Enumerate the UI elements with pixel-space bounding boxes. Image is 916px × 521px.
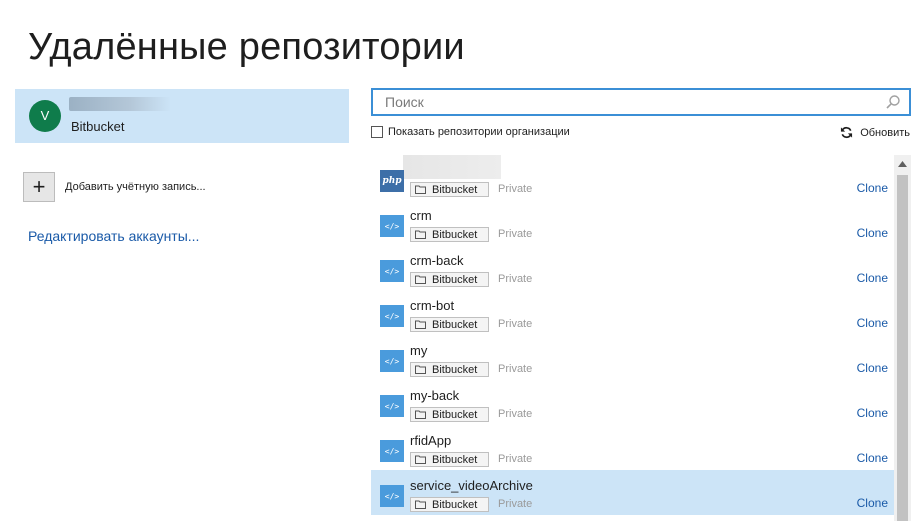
refresh-button[interactable]: Обновить	[840, 126, 910, 139]
provider-tag: Bitbucket	[410, 272, 489, 287]
code-icon: </>	[380, 485, 404, 507]
code-icon: </>	[380, 440, 404, 462]
repo-name: rfidApp	[410, 433, 452, 448]
clone-link[interactable]: Clone	[857, 181, 888, 195]
folder-icon	[415, 500, 426, 509]
repo-row[interactable]: php Bitbucket Private Clone	[371, 155, 894, 200]
clone-link[interactable]: Clone	[857, 316, 888, 330]
visibility-label: Private	[498, 228, 533, 240]
search-input[interactable]	[373, 90, 909, 114]
folder-icon	[415, 275, 426, 284]
visibility-label: Private	[498, 273, 533, 285]
folder-icon	[415, 185, 426, 194]
refresh-icon	[841, 126, 853, 139]
php-icon: php	[380, 170, 404, 192]
repo-row[interactable]: </> crm-bot Bitbucket Private Clone	[371, 290, 894, 335]
repo-row[interactable]: </> my Bitbucket Private Clone	[371, 335, 894, 380]
scroll-thumb[interactable]	[897, 175, 908, 521]
folder-icon	[415, 410, 426, 419]
visibility-label: Private	[498, 363, 533, 375]
code-icon: </>	[380, 215, 404, 237]
clone-link[interactable]: Clone	[857, 361, 888, 375]
repo-name: crm	[410, 208, 432, 223]
provider-tag: Bitbucket	[410, 182, 489, 197]
show-org-repos-option[interactable]: Показать репозитории организации	[371, 126, 570, 138]
folder-icon	[415, 320, 426, 329]
repo-name-redacted	[403, 155, 501, 179]
repo-row[interactable]: </> crm Bitbucket Private Clone	[371, 200, 894, 245]
provider-tag: Bitbucket	[410, 227, 489, 242]
code-icon: </>	[380, 395, 404, 417]
chevron-up-icon	[898, 160, 907, 167]
provider-tag: Bitbucket	[410, 452, 489, 467]
search-icon[interactable]	[885, 94, 901, 110]
clone-link[interactable]: Clone	[857, 451, 888, 465]
code-icon: </>	[380, 260, 404, 282]
clone-link[interactable]: Clone	[857, 271, 888, 285]
code-icon: </>	[380, 305, 404, 327]
scroll-up-button[interactable]	[894, 155, 911, 172]
page-title: Удалённые репозитории	[28, 26, 465, 68]
add-account-button[interactable]: + Добавить учётную запись...	[23, 172, 206, 202]
search-box[interactable]	[371, 88, 911, 116]
visibility-label: Private	[498, 183, 533, 195]
provider-tag: Bitbucket	[410, 317, 489, 332]
add-account-label: Добавить учётную запись...	[65, 181, 206, 193]
folder-icon	[415, 455, 426, 464]
visibility-label: Private	[498, 453, 533, 465]
account-service-label: Bitbucket	[71, 119, 125, 134]
provider-tag: Bitbucket	[410, 407, 489, 422]
edit-accounts-link[interactable]: Редактировать аккаунты...	[28, 228, 199, 244]
repo-row[interactable]: </> crm-back Bitbucket Private Clone	[371, 245, 894, 290]
visibility-label: Private	[498, 408, 533, 420]
avatar: V	[29, 100, 61, 132]
clone-link[interactable]: Clone	[857, 406, 888, 420]
repository-list: php Bitbucket Private Clone </> crm Bitb…	[371, 155, 894, 521]
repo-name: crm-bot	[410, 298, 455, 313]
repo-row-selected[interactable]: </> service_videoArchive Bitbucket Priva…	[371, 470, 894, 515]
plus-icon[interactable]: +	[23, 172, 55, 202]
folder-icon	[415, 365, 426, 374]
repo-row[interactable]: </> my-back Bitbucket Private Clone	[371, 380, 894, 425]
repo-name: my	[410, 343, 428, 358]
visibility-label: Private	[498, 498, 533, 510]
clone-link[interactable]: Clone	[857, 496, 888, 510]
visibility-label: Private	[498, 318, 533, 330]
clone-link[interactable]: Clone	[857, 226, 888, 240]
code-icon: </>	[380, 350, 404, 372]
provider-tag: Bitbucket	[410, 362, 489, 377]
repo-name: service_videoArchive	[410, 478, 533, 493]
provider-tag: Bitbucket	[410, 497, 489, 512]
folder-icon	[415, 230, 426, 239]
show-org-repos-checkbox[interactable]	[371, 126, 383, 138]
show-org-repos-label: Показать репозитории организации	[388, 126, 570, 138]
refresh-label: Обновить	[860, 126, 910, 139]
repo-list-scrollbar[interactable]	[894, 155, 911, 521]
repo-name: my-back	[410, 388, 460, 403]
account-card[interactable]: V Bitbucket	[15, 89, 349, 143]
repo-row[interactable]: </> rfidApp Bitbucket Private Clone	[371, 425, 894, 470]
account-name-redacted	[69, 97, 171, 111]
repo-name: crm-back	[410, 253, 464, 268]
